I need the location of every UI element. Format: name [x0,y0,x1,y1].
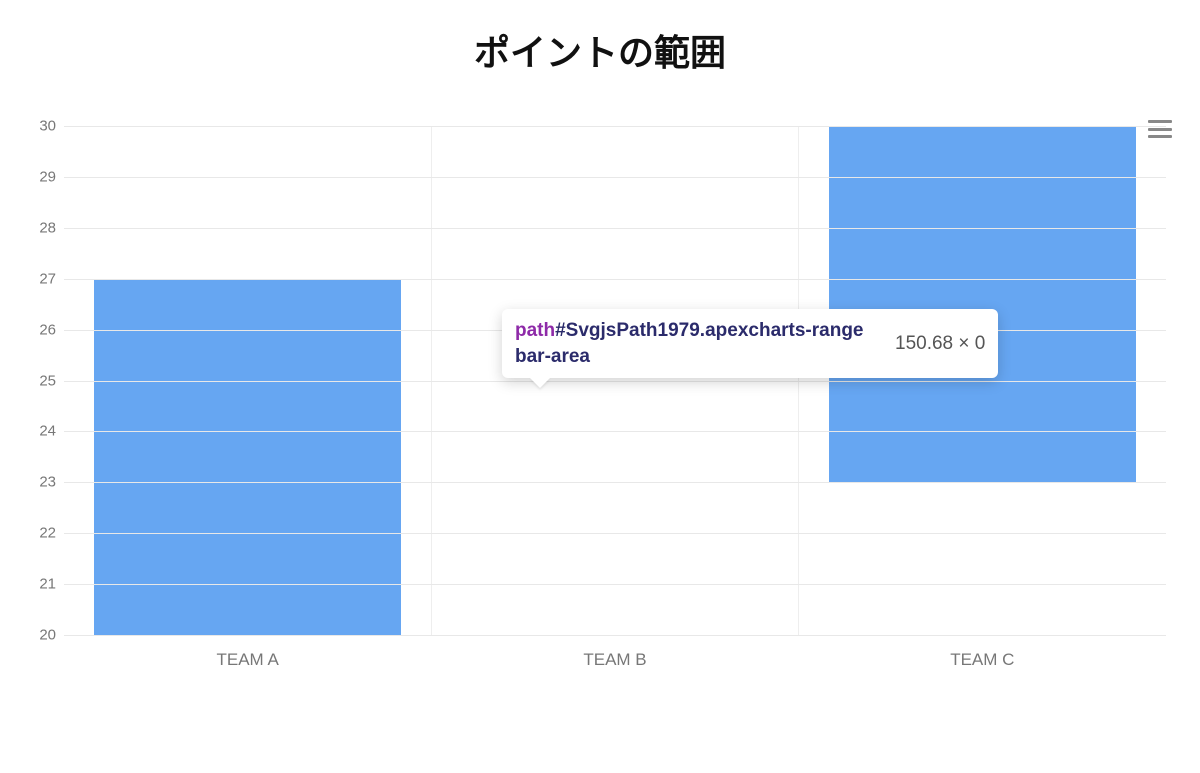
y-tick-label: 26 [26,321,56,338]
page-title: ポイントの範囲 [0,0,1200,86]
gridline [64,126,1166,127]
gridline [64,482,1166,483]
tooltip-dimensions: 150.68 × 0 [895,333,985,355]
y-tick-label: 21 [26,576,56,593]
tooltip-tag: path [515,320,555,341]
range-bar[interactable] [829,126,1136,482]
gridline [64,381,1166,382]
tooltip-selector: #SvgjsPath1979.apexcharts-rangebar-area [515,320,864,367]
plot-area: 2021222324252627282930 [64,126,1166,636]
y-tick-label: 27 [26,270,56,287]
gridline [64,635,1166,636]
y-tick-label: 29 [26,168,56,185]
gridline [64,584,1166,585]
tooltip-arrow-icon [530,378,550,388]
devtools-tooltip: path#SvgjsPath1979.apexcharts-rangebar-a… [502,309,998,378]
gridline [64,177,1166,178]
y-tick-label: 25 [26,372,56,389]
y-tick-label: 22 [26,525,56,542]
y-tick-label: 23 [26,474,56,491]
y-tick-label: 30 [26,118,56,135]
x-tick-label: TEAM C [799,650,1166,670]
y-tick-label: 24 [26,423,56,440]
x-axis: TEAM ATEAM BTEAM C [64,650,1166,670]
x-tick-label: TEAM A [64,650,431,670]
tooltip-selector-text: path#SvgjsPath1979.apexcharts-rangebar-a… [515,318,875,369]
gridline [64,228,1166,229]
x-tick-label: TEAM B [431,650,798,670]
y-tick-label: 20 [26,627,56,644]
gridline [64,533,1166,534]
gridline [64,279,1166,280]
y-tick-label: 28 [26,219,56,236]
range-bar[interactable] [94,279,401,635]
gridline [64,431,1166,432]
chart-container: 2021222324252627282930 TEAM ATEAM BTEAM … [20,126,1180,670]
